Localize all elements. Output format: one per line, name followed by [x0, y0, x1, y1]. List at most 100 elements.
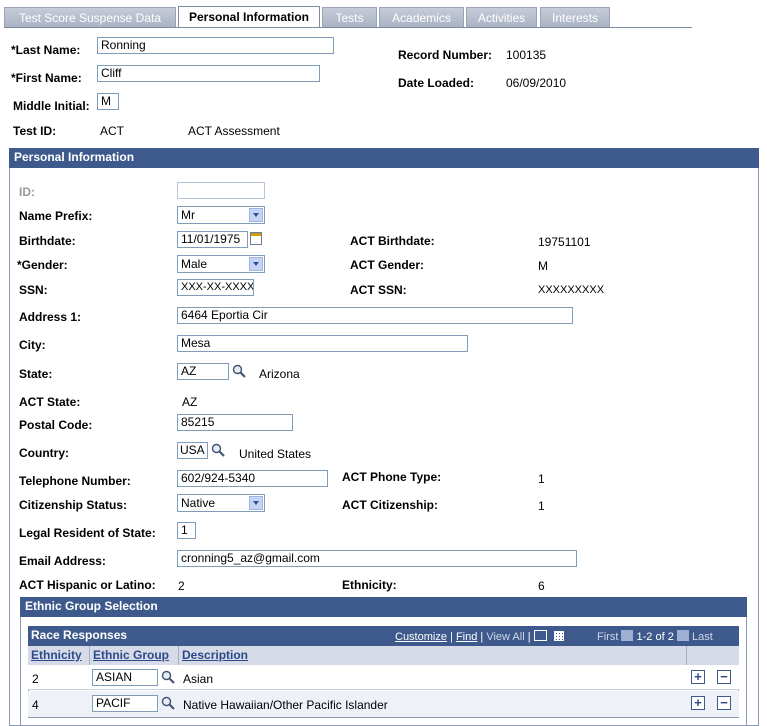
ethnic-group-field[interactable]: PACIF	[92, 695, 158, 712]
date-loaded-label: Date Loaded:	[398, 76, 475, 90]
act-citizenship-value: 1	[538, 499, 545, 513]
act-state-value: AZ	[182, 395, 198, 409]
tab-academics[interactable]: Academics	[379, 7, 464, 27]
act-citizenship-label: ACT Citizenship:	[342, 498, 438, 512]
chevron-down-icon[interactable]	[249, 208, 263, 222]
citizenship-value: Native	[181, 496, 216, 510]
gender-value: Male	[181, 257, 208, 271]
table-row: 2 ASIAN Asian + −	[28, 665, 739, 690]
telephone-field[interactable]: 602/924-5340	[177, 470, 328, 487]
chevron-down-icon[interactable]	[249, 257, 263, 271]
city-field[interactable]: Mesa	[177, 335, 468, 352]
delete-row-button[interactable]: −	[717, 696, 731, 710]
search-icon[interactable]	[211, 443, 225, 457]
ssn-field[interactable]: XXX-XX-XXXX	[177, 279, 254, 296]
ssn-label: SSN:	[19, 283, 48, 297]
middle-initial-label: Middle Initial:	[13, 99, 90, 113]
state-description: Arizona	[259, 367, 300, 381]
search-icon[interactable]	[161, 696, 175, 710]
test-id-label: Test ID:	[13, 124, 57, 138]
act-state-label: ACT State:	[19, 395, 81, 409]
ethnicity-label: Ethnicity:	[342, 578, 397, 592]
state-label: State:	[19, 367, 53, 381]
city-label: City:	[19, 338, 46, 352]
date-loaded-value: 06/09/2010	[506, 76, 567, 90]
middle-initial-field[interactable]: M	[97, 93, 119, 110]
section-title: Personal Information	[9, 148, 759, 168]
gender-label: *Gender:	[17, 258, 68, 272]
first-link[interactable]: First	[597, 631, 618, 643]
gender-select[interactable]: Male	[177, 255, 265, 273]
act-birthdate-value: 19751101	[538, 235, 591, 249]
ethnic-group-title: Ethnic Group Selection	[20, 597, 747, 617]
table-row: 4 PACIF Native Hawaiian/Other Pacific Is…	[28, 691, 739, 717]
tab-tests[interactable]: Tests	[322, 7, 377, 27]
column-header-actions	[687, 646, 739, 665]
act-hispanic-value: 2	[178, 579, 185, 593]
customize-link[interactable]: Customize	[395, 631, 447, 643]
chevron-down-icon[interactable]	[249, 496, 263, 510]
delete-row-button[interactable]: −	[717, 670, 731, 684]
column-header-description[interactable]: Description	[179, 646, 687, 665]
calendar-icon[interactable]	[250, 232, 262, 245]
column-header-ethnicity[interactable]: Ethnicity	[28, 646, 90, 665]
id-field[interactable]	[177, 182, 265, 199]
birthdate-field[interactable]: 11/01/1975	[177, 231, 248, 248]
tab-test-score-suspense-data[interactable]: Test Score Suspense Data	[4, 7, 176, 27]
test-id-value: ACT	[100, 124, 124, 138]
address1-field[interactable]: 6464 Eportia Cir	[177, 307, 573, 324]
prev-icon[interactable]	[621, 630, 634, 641]
country-description: United States	[239, 447, 312, 461]
id-label: ID:	[19, 185, 35, 199]
tab-personal-information[interactable]: Personal Information	[178, 6, 320, 27]
download-icon[interactable]	[533, 630, 547, 641]
act-gender-value: M	[538, 259, 548, 273]
last-link[interactable]: Last	[692, 631, 713, 643]
grid-title: Race Responses	[31, 628, 128, 642]
act-birthdate-label: ACT Birthdate:	[350, 234, 435, 248]
state-field[interactable]: AZ	[177, 363, 229, 380]
act-phone-type-value: 1	[538, 472, 545, 486]
find-link[interactable]: Find	[456, 631, 477, 643]
view-all-link[interactable]: View All	[486, 631, 524, 643]
legal-resident-label: Legal Resident of State:	[19, 526, 156, 540]
page-range: 1-2 of 2	[636, 631, 674, 643]
legal-resident-field[interactable]: 1	[177, 522, 196, 539]
name-prefix-label: Name Prefix:	[19, 209, 93, 223]
country-field[interactable]: USA	[177, 442, 208, 459]
test-description: ACT Assessment	[188, 124, 280, 138]
grid-nav: Customize | Find | View All |	[395, 630, 564, 643]
last-name-label: *Last Name:	[11, 43, 81, 57]
next-icon[interactable]	[676, 630, 689, 641]
grid-icon[interactable]	[553, 631, 564, 641]
row-description: Native Hawaiian/Other Pacific Islander	[183, 698, 388, 712]
address1-label: Address 1:	[19, 310, 82, 324]
column-header-ethnic-group[interactable]: Ethnic Group	[90, 646, 179, 665]
record-number-value: 100135	[506, 48, 547, 62]
row-description: Asian	[183, 672, 214, 686]
email-field[interactable]: cronning5_az@gmail.com	[177, 550, 577, 567]
add-row-button[interactable]: +	[691, 696, 705, 710]
record-number-label: Record Number:	[398, 48, 493, 62]
first-name-field[interactable]: Cliff	[97, 65, 320, 82]
tab-activities[interactable]: Activities	[466, 7, 537, 27]
row-ethnicity: 4	[32, 698, 39, 712]
act-gender-label: ACT Gender:	[350, 258, 425, 272]
name-prefix-select[interactable]: Mr	[177, 206, 265, 224]
search-icon[interactable]	[161, 670, 175, 684]
search-icon[interactable]	[232, 364, 246, 378]
act-ssn-value: XXXXXXXXX	[538, 284, 605, 296]
postal-code-field[interactable]: 85215	[177, 414, 293, 431]
add-row-button[interactable]: +	[691, 670, 705, 684]
telephone-label: Telephone Number:	[19, 474, 131, 488]
ethnic-group-field[interactable]: ASIAN	[92, 669, 158, 686]
act-phone-type-label: ACT Phone Type:	[342, 470, 442, 484]
citizenship-label: Citizenship Status:	[19, 498, 128, 512]
grid-header: Race Responses Customize | Find | View A…	[28, 626, 739, 646]
citizenship-select[interactable]: Native	[177, 494, 265, 512]
tab-interests[interactable]: Interests	[540, 7, 610, 27]
tab-divider	[4, 27, 692, 28]
last-name-field[interactable]: Ronning	[97, 37, 334, 54]
act-ssn-label: ACT SSN:	[350, 283, 407, 297]
birthdate-label: Birthdate:	[19, 234, 76, 248]
